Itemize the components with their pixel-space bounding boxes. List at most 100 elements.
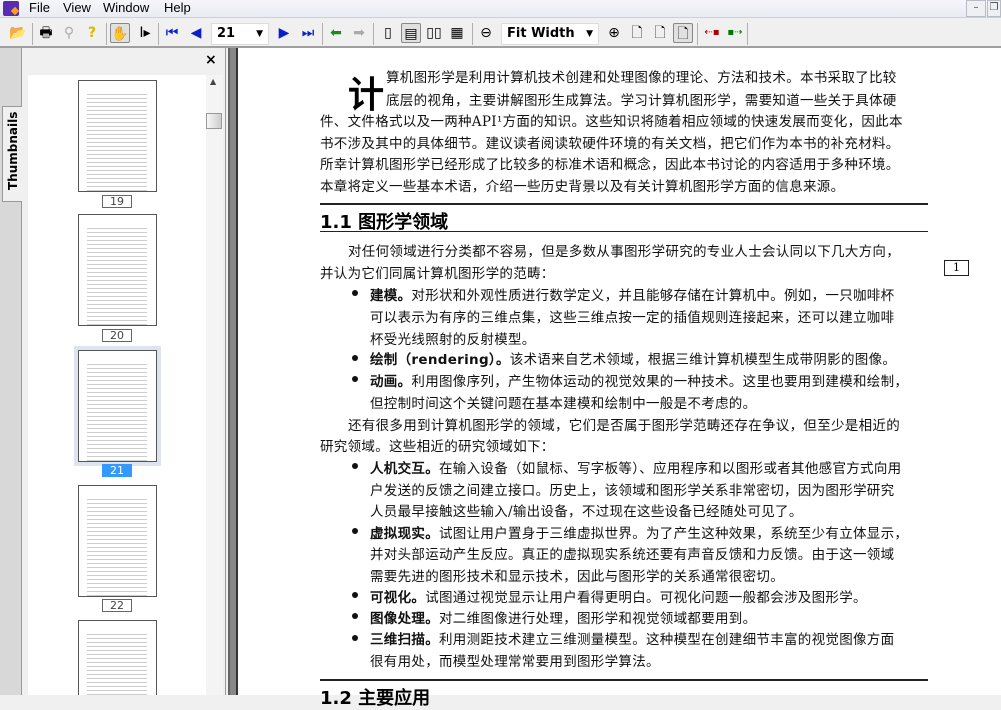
- text-line: 对形状和外观性质进行数学定义，并且能够存储在计算机中。例如，一只咖啡杯: [411, 288, 895, 304]
- rotate-right-icon[interactable]: ▪⇢: [725, 23, 745, 43]
- margin-page-number: 1: [944, 260, 969, 276]
- thumbnail-label: 19: [102, 195, 132, 208]
- bullet: [352, 463, 358, 469]
- bullet-item: 三维扫描。利用测距技术建立三维测量模型。这种模型在创建细节丰富的视觉图像方面: [370, 628, 894, 648]
- thumbnail-page-23[interactable]: [78, 620, 157, 695]
- bullet: [352, 613, 358, 619]
- text-line: 对任何领域进行分类都不容易，但是多数从事图形学研究的专业人士会认同以下几大方向，: [348, 244, 900, 260]
- bullet-item: 人机交互。在输入设备（如鼠标、写字板等）、应用程序和以图形或者其他感官方式向用: [370, 457, 901, 477]
- text-line: 并对头部运动产生反应。真正的虚拟现实系统还要有声音反馈和力反馈。由于这一领域: [370, 547, 895, 563]
- text-line: 试图让用户置身于三维虚拟世界。为了产生这种效果，系统至少有立体显示，: [439, 526, 909, 542]
- thumbnail-page-19[interactable]: [78, 80, 157, 192]
- text-line: 并认为它们同属计算机图形学的范畴：: [320, 266, 555, 282]
- continuous-page-icon[interactable]: ▤: [401, 23, 421, 43]
- text-line: 还有很多用到计算机图形学的领域，它们是否属于图形学范畴还存在争议，但至少是相近的: [348, 418, 900, 434]
- text-line: 件、文件格式以及一两种API¹方面的知识。这些知识将随着相应领域的快速发展而变化…: [320, 114, 903, 130]
- menu-bar: File View Window Help – ❐: [0, 0, 1001, 17]
- text-line: 底层的视角，主要讲解图形生成算法。学习计算机图形学，需要知道一些关于具体硬: [386, 93, 897, 109]
- text-line: 研究领域。这些相近的研究领域如下：: [320, 439, 555, 455]
- thumbnail-page-21[interactable]: [74, 346, 161, 466]
- zoom-select[interactable]: Fit Width ▼: [501, 23, 599, 45]
- restore-button[interactable]: ❐: [987, 0, 1001, 17]
- previous-page-icon[interactable]: ◀: [186, 23, 206, 43]
- section-heading: 1.2 主要应用: [320, 688, 431, 709]
- bullet-term: 可视化。: [370, 590, 426, 606]
- forward-icon[interactable]: ➡: [349, 23, 369, 43]
- help-icon[interactable]: ?: [82, 23, 102, 43]
- next-page-icon[interactable]: ▶: [274, 23, 294, 43]
- text-line: 对二维图像进行处理，图形学和视觉领域都要用到。: [439, 611, 757, 627]
- menu-file[interactable]: File: [29, 0, 50, 15]
- section-rule: [320, 203, 928, 205]
- thumbnail-label: 22: [102, 599, 132, 612]
- app-icon: [3, 1, 19, 16]
- bullet-term: 图像处理。: [370, 611, 439, 627]
- text-line: 该术语来自艺术领域，根据三维计算机模型生成带阴影的图像。: [509, 352, 897, 368]
- section-rule: [320, 231, 928, 232]
- text-line: 很有用处，而模型处理常常要用到图形学算法。: [370, 654, 660, 670]
- sidebar-tab-strip: Thumbnails: [0, 48, 22, 695]
- text-line: 利用图像序列，产生物体运动的视觉效果的一种技术。这里也要用到建模和绘制，: [411, 374, 909, 390]
- tab-thumbnails-label: Thumbnails: [6, 111, 20, 190]
- open-folder-icon[interactable]: 📂: [8, 23, 28, 43]
- chevron-down-icon[interactable]: ▼: [586, 24, 593, 44]
- bullet: [352, 592, 358, 598]
- bullet-item: 可视化。试图通过视觉显示让用户看得更明白。可视化问题一般都会涉及图形学。: [370, 586, 867, 606]
- hand-tool-icon[interactable]: ✋: [110, 23, 130, 43]
- rotate-left-icon[interactable]: ⇠▪: [702, 23, 722, 43]
- thumbnail-page-20[interactable]: [78, 214, 157, 326]
- find-binoculars-icon[interactable]: ⚲: [59, 23, 79, 43]
- scroll-up-icon[interactable]: ▲: [210, 77, 216, 86]
- text-line: 人员最早接触这些输入/输出设备，不过现在这些设备已经随处可见了。: [370, 504, 803, 520]
- continuous-facing-icon[interactable]: ▦: [447, 23, 467, 43]
- close-icon[interactable]: ×: [205, 52, 217, 68]
- menu-window[interactable]: Window: [103, 0, 149, 15]
- bullet-item: 绘制（rendering）。该术语来自艺术领域，根据三维计算机模型生成带阴影的图…: [370, 348, 896, 368]
- tab-thumbnails[interactable]: Thumbnails: [2, 106, 22, 202]
- fit-width-icon[interactable]: 🗋: [673, 23, 693, 43]
- bullet-item: 建模。对形状和外观性质进行数学定义，并且能够存储在计算机中。例如，一只咖啡杯: [370, 284, 894, 304]
- document-viewer[interactable]: 计 算机图形学是利用计算机技术创建和处理图像的理论、方法和技术。本书采取了比较 …: [228, 48, 1001, 709]
- bullet-term: 人机交互。: [370, 461, 439, 477]
- thumbnail-label: 21: [102, 464, 132, 477]
- bullet: [352, 528, 358, 534]
- print-icon[interactable]: 🖶: [36, 23, 56, 43]
- section-rule: [320, 679, 928, 681]
- bullet-item: 图像处理。对二维图像进行处理，图形学和视觉领域都要用到。: [370, 607, 756, 627]
- thumbnail-scrollbar[interactable]: ▲: [206, 75, 223, 695]
- menu-help[interactable]: Help: [164, 0, 191, 15]
- toolbar: 📂 🖶 ⚲ ? ✋ I▸ ⏮ ◀ 21 ▼ ▶ ⏭ ⬅ ➡ ▯ ▤ ▯▯ ▦ ⊖ …: [0, 17, 1001, 48]
- facing-pages-icon[interactable]: ▯▯: [424, 23, 444, 43]
- thumbnail-label: 20: [102, 329, 132, 342]
- bullet-term: 动画。: [370, 374, 412, 390]
- bullet: [352, 290, 358, 296]
- text-line: 试图通过视觉显示让用户看得更明白。可视化问题一般都会涉及图形学。: [425, 590, 867, 606]
- single-page-icon[interactable]: ▯: [378, 23, 398, 43]
- text-line: 需要先进的图形技术和显示技术，因此与图形学的关系通常很密切。: [370, 569, 784, 585]
- text-line: 杯受光线照射的反射模型。: [370, 332, 536, 348]
- zoom-out-icon[interactable]: ⊖: [476, 23, 496, 43]
- text-select-tool-icon[interactable]: I▸: [135, 23, 155, 43]
- text-line: 可以表示为有序的三维点集，这些三维点按一定的插值规则连接起来，还可以建立咖啡: [370, 310, 895, 326]
- first-page-icon[interactable]: ⏮: [162, 23, 182, 43]
- page-number-value: 21: [217, 26, 236, 41]
- scrollbar-thumb[interactable]: [206, 113, 222, 129]
- chevron-down-icon[interactable]: ▼: [256, 24, 263, 44]
- last-page-icon[interactable]: ⏭: [298, 23, 318, 43]
- text-line: 但控制时间这个关键问题在基本建模和绘制中一般是不考虑的。: [370, 396, 757, 412]
- zoom-in-icon[interactable]: ⊕: [604, 23, 624, 43]
- text-line: 户发送的反馈之间建立接口。历史上，该领域和图形学关系非常密切，因为图形学研究: [370, 483, 895, 499]
- fit-page-icon[interactable]: 🗋: [627, 23, 647, 43]
- text-line: 所幸计算机图形学已经形成了比较多的标准术语和概念，因此本书讨论的内容适用于多种环…: [320, 157, 900, 173]
- zoom-value: Fit Width: [507, 26, 575, 41]
- thumbnail-list: 19 20 21 22: [28, 75, 206, 695]
- menu-view[interactable]: View: [63, 0, 91, 15]
- actual-size-icon[interactable]: 🗋: [650, 23, 670, 43]
- thumbnail-page-22[interactable]: [78, 485, 157, 597]
- back-icon[interactable]: ⬅: [326, 23, 346, 43]
- minimize-button[interactable]: –: [966, 0, 986, 17]
- text-line: 书不涉及其中的具体细节。建议读者阅读软硬件环境的有关文档，把它们作为本书的补充材…: [320, 136, 900, 152]
- document-page: 计 算机图形学是利用计算机技术创建和处理图像的理论、方法和技术。本书采取了比较 …: [236, 48, 1001, 709]
- bullet-item: 动画。利用图像序列，产生物体运动的视觉效果的一种技术。这里也要用到建模和绘制，: [370, 370, 908, 390]
- page-number-input[interactable]: 21 ▼: [211, 23, 269, 45]
